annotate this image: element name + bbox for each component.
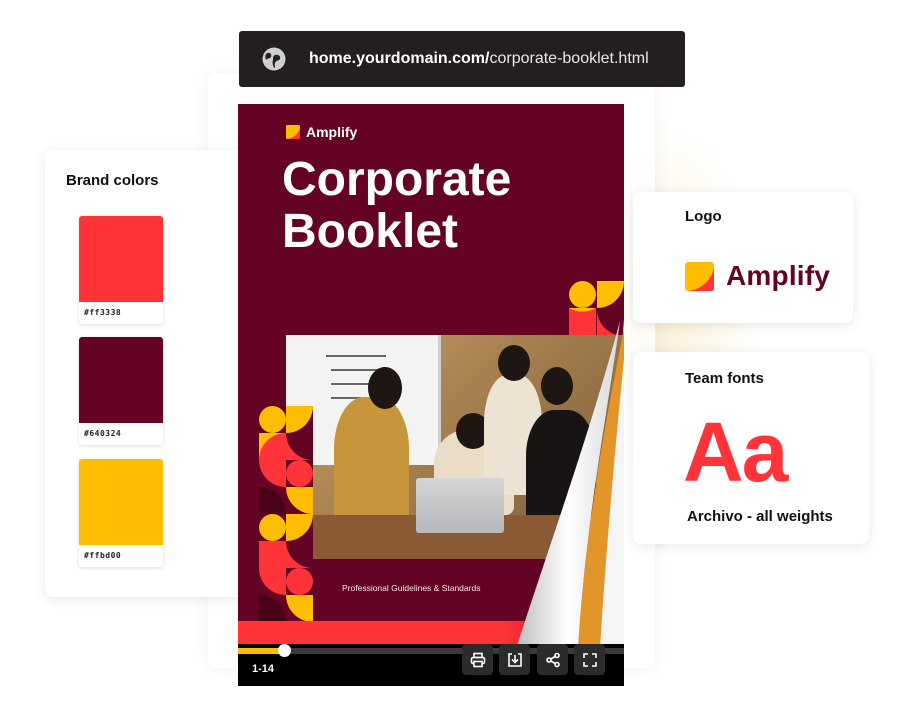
amplify-logo: Amplify (685, 260, 830, 292)
print-icon (470, 652, 485, 667)
fullscreen-icon (582, 652, 597, 667)
font-sample: Aa (683, 405, 788, 499)
amplify-logo-icon (685, 261, 714, 291)
share-button[interactable] (537, 644, 568, 675)
swatch-chip (79, 216, 163, 302)
booklet-title-line2: Booklet (282, 205, 459, 258)
swatch-chip (79, 459, 163, 545)
url-text: home.yourdomain.com/corporate-booklet.ht… (309, 50, 649, 68)
swatch-hex: #ffbd00 (84, 551, 122, 560)
amplify-logo-icon (286, 125, 300, 139)
team-fonts-title: Team fonts (685, 370, 764, 387)
url-path: corporate-booklet.html (489, 50, 649, 67)
swatch-hex: #640324 (84, 429, 122, 438)
color-swatch-maroon[interactable]: #640324 (79, 337, 163, 445)
download-icon (507, 652, 522, 667)
booklet-subtitle: Professional Guidelines & Standards (342, 583, 481, 593)
logo-wordmark: Amplify (726, 260, 831, 291)
team-fonts-card: Team fonts Aa Archivo - all weights (633, 352, 869, 544)
globe-icon (261, 46, 287, 72)
booklet-brand-name: Amplify (306, 124, 358, 140)
logo-card: Logo Amplify (633, 192, 853, 323)
color-swatch-red[interactable]: #ff3338 (79, 216, 163, 324)
url-domain: home.yourdomain.com/ (309, 50, 490, 67)
color-swatch-yellow[interactable]: #ffbd00 (79, 459, 163, 567)
laptop (416, 478, 504, 533)
download-button[interactable] (499, 644, 530, 675)
print-button[interactable] (462, 644, 493, 675)
page-indicator: 1-14 (252, 663, 275, 675)
booklet-viewer[interactable]: Amplify Corporate Booklet Professional G… (238, 104, 624, 686)
fullscreen-button[interactable] (574, 644, 605, 675)
brand-colors-title: Brand colors (66, 172, 159, 189)
address-bar[interactable]: home.yourdomain.com/corporate-booklet.ht… (239, 31, 685, 87)
geometric-pattern-left (259, 406, 313, 622)
font-name: Archivo - all weights (687, 508, 833, 525)
booklet-title: Corporate Booklet (282, 154, 511, 258)
swatch-hex: #ff3338 (84, 308, 122, 317)
share-icon (545, 652, 560, 667)
logo-card-title: Logo (685, 208, 722, 225)
booklet-title-line1: Corporate (282, 153, 512, 206)
page-curl[interactable] (508, 319, 624, 659)
booklet-brand: Amplify (286, 124, 357, 140)
swatch-chip (79, 337, 163, 423)
